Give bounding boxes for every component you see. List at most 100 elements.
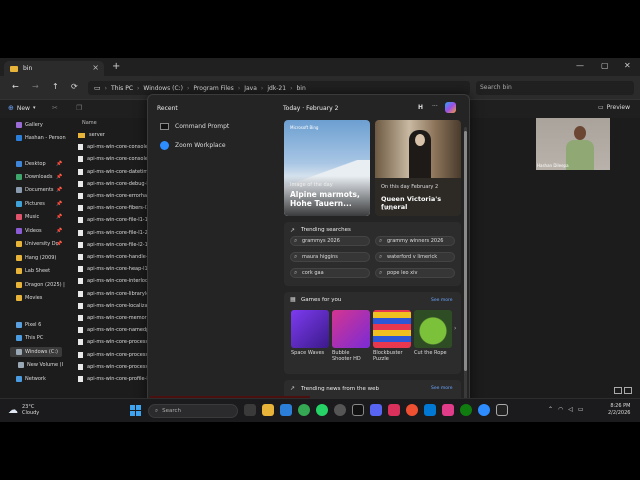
copilot-icon[interactable] <box>445 102 456 113</box>
sidebar-item[interactable]: Documents <box>16 185 54 195</box>
news-see-more-link[interactable]: See more <box>431 386 452 391</box>
task-view-icon[interactable] <box>244 404 256 416</box>
breadcrumb-jdk-21[interactable]: jdk-21 <box>267 85 286 92</box>
git-icon[interactable] <box>406 404 418 416</box>
sidebar-item[interactable]: University Do <box>16 239 59 249</box>
file-row[interactable]: api-ms-win-core-namedpip <box>78 325 150 335</box>
breadcrumb-windows-c[interactable]: Windows (C:) <box>143 85 183 92</box>
instagram-icon[interactable] <box>442 404 454 416</box>
sidebar-item[interactable]: Hang (2009) <box>16 253 56 263</box>
tab-bin[interactable]: bin × <box>4 61 104 76</box>
sidebar-item[interactable]: Desktop <box>16 159 46 169</box>
file-row[interactable]: api-ms-win-core-debug-l1- <box>78 179 150 189</box>
file-row[interactable]: server <box>78 130 150 140</box>
zoom-taskbar-icon[interactable] <box>478 404 490 416</box>
game-tile[interactable]: Cut the Rope <box>414 310 452 356</box>
sidebar-item[interactable]: Gallery <box>16 120 43 130</box>
volume-icon[interactable]: ◁ <box>568 406 573 413</box>
more-options-button[interactable]: ··· <box>432 103 438 110</box>
file-row[interactable]: api-ms-win-core-processen <box>78 337 150 347</box>
file-row[interactable]: api-ms-win-core-console-l1 <box>78 154 150 164</box>
file-row[interactable]: api-ms-win-core-fibers-l1- <box>78 203 150 213</box>
start-button[interactable] <box>130 405 141 416</box>
app-icon[interactable] <box>388 404 400 416</box>
sidebar-item[interactable]: Pixel 6 <box>16 320 41 330</box>
breadcrumb[interactable]: ▭ › This PC › Windows (C:) › Program Fil… <box>88 81 470 95</box>
game-tile[interactable]: Blockbuster Puzzle <box>373 310 411 362</box>
explorer-search-input[interactable]: Search bin <box>476 81 634 95</box>
trending-chip[interactable]: maura higgins <box>290 252 370 262</box>
chrome-icon[interactable] <box>298 404 310 416</box>
weather-widget[interactable]: ☁ 23°C Cloudy <box>8 404 39 416</box>
battery-icon[interactable]: ▭ <box>578 406 584 413</box>
file-row[interactable]: api-ms-win-core-memory-l <box>78 313 150 323</box>
refresh-icon[interactable]: ⟳ <box>71 82 78 91</box>
sidebar-item[interactable]: New Volume (I <box>18 360 63 370</box>
sidebar-item[interactable]: Music <box>16 212 39 222</box>
pin-icon[interactable]: 📌 <box>56 228 62 234</box>
file-row[interactable]: api-ms-win-core-file-l1-2- <box>78 228 150 238</box>
chevron-right-icon[interactable]: › <box>454 325 456 332</box>
copy-icon[interactable]: ❐ <box>76 104 82 112</box>
trending-chip[interactable]: cork gaa <box>290 268 370 278</box>
pin-icon[interactable]: 📌 <box>56 161 62 167</box>
pin-icon[interactable]: 📌 <box>56 201 62 207</box>
details-view-icon[interactable] <box>614 387 622 394</box>
trending-chip[interactable]: grammys 2026 <box>290 236 370 246</box>
breadcrumb-this-pc[interactable]: This PC <box>111 85 133 92</box>
recent-item-zoom[interactable]: Zoom Workplace <box>160 141 226 150</box>
game-tile[interactable]: Space Waves <box>291 310 329 356</box>
whatsapp-icon[interactable] <box>316 404 328 416</box>
file-row[interactable]: api-ms-win-core-heap-l1-1 <box>78 264 150 274</box>
file-row[interactable]: api-ms-win-core-interlocke <box>78 276 150 286</box>
edge-icon[interactable] <box>280 404 292 416</box>
file-row[interactable]: api-ms-win-core-processth <box>78 350 150 360</box>
up-icon[interactable]: ↑ <box>52 82 59 91</box>
profile-h-button[interactable]: H <box>418 104 423 111</box>
recent-item-command-prompt[interactable]: Command Prompt <box>160 123 229 130</box>
sidebar-item[interactable]: Dragon (2025) | <box>16 280 65 290</box>
flyout-scrollbar[interactable] <box>464 127 467 417</box>
discord-icon[interactable] <box>370 404 382 416</box>
sidebar-item[interactable]: Lab Sheet <box>16 266 50 276</box>
sidebar-item[interactable]: Downloads <box>16 172 52 182</box>
tiles-view-icon[interactable] <box>624 387 632 394</box>
trending-chip[interactable]: pope leo xiv <box>375 268 455 278</box>
sidebar-item[interactable]: Pictures <box>16 199 45 209</box>
file-row[interactable]: api-ms-win-core-localizatio <box>78 301 150 311</box>
xbox-icon[interactable] <box>460 404 472 416</box>
trending-chip[interactable]: waterford v limerick <box>375 252 455 262</box>
sidebar-item[interactable]: Videos <box>16 226 42 236</box>
back-icon[interactable]: ← <box>12 82 19 91</box>
cut-icon[interactable]: ✂ <box>52 104 58 112</box>
column-header-name[interactable]: Name <box>82 120 97 126</box>
vscode-icon[interactable] <box>424 404 436 416</box>
file-row[interactable]: api-ms-win-core-file-l1-1- <box>78 215 150 225</box>
on-this-day-card[interactable]: On this day February 2 Queen Victoria's … <box>375 120 461 216</box>
command-prompt-taskbar-icon[interactable] <box>496 404 508 416</box>
sidebar-item[interactable]: Hashan - Person <box>16 133 66 143</box>
terminal-icon[interactable] <box>352 404 364 416</box>
new-button[interactable]: ⊕ New ▾ <box>8 104 35 112</box>
close-window-icon[interactable]: ✕ <box>624 61 631 70</box>
pin-icon[interactable]: 📌 <box>56 174 62 180</box>
file-row[interactable]: api-ms-win-core-processth <box>78 362 150 372</box>
file-row[interactable]: api-ms-win-core-datetime- <box>78 167 150 177</box>
chevron-up-icon[interactable]: ⌃ <box>548 406 553 413</box>
clock[interactable]: 8:26 PM 2/2/2026 <box>608 403 630 417</box>
sidebar-item[interactable]: Windows (C:) <box>10 347 62 357</box>
add-tab-icon[interactable]: + <box>112 61 120 72</box>
pin-icon[interactable]: 📌 <box>56 241 62 247</box>
file-row[interactable]: api-ms-win-core-errorhandl <box>78 191 150 201</box>
sidebar-item[interactable]: This PC <box>16 333 43 343</box>
pin-icon[interactable]: 📌 <box>56 214 62 220</box>
games-see-more-link[interactable]: See more <box>431 298 452 303</box>
breadcrumb-program-files[interactable]: Program Files <box>193 85 233 92</box>
taskbar-search-input[interactable]: ⌕ Search <box>148 404 238 418</box>
file-row[interactable]: api-ms-win-core-libraryloa <box>78 289 150 299</box>
breadcrumb-bin[interactable]: bin <box>296 85 305 92</box>
close-tab-icon[interactable]: × <box>92 63 99 72</box>
breadcrumb-java[interactable]: Java <box>244 85 257 92</box>
game-tile[interactable]: Bubble Shooter HD <box>332 310 370 362</box>
maximize-icon[interactable]: ▢ <box>601 61 609 70</box>
